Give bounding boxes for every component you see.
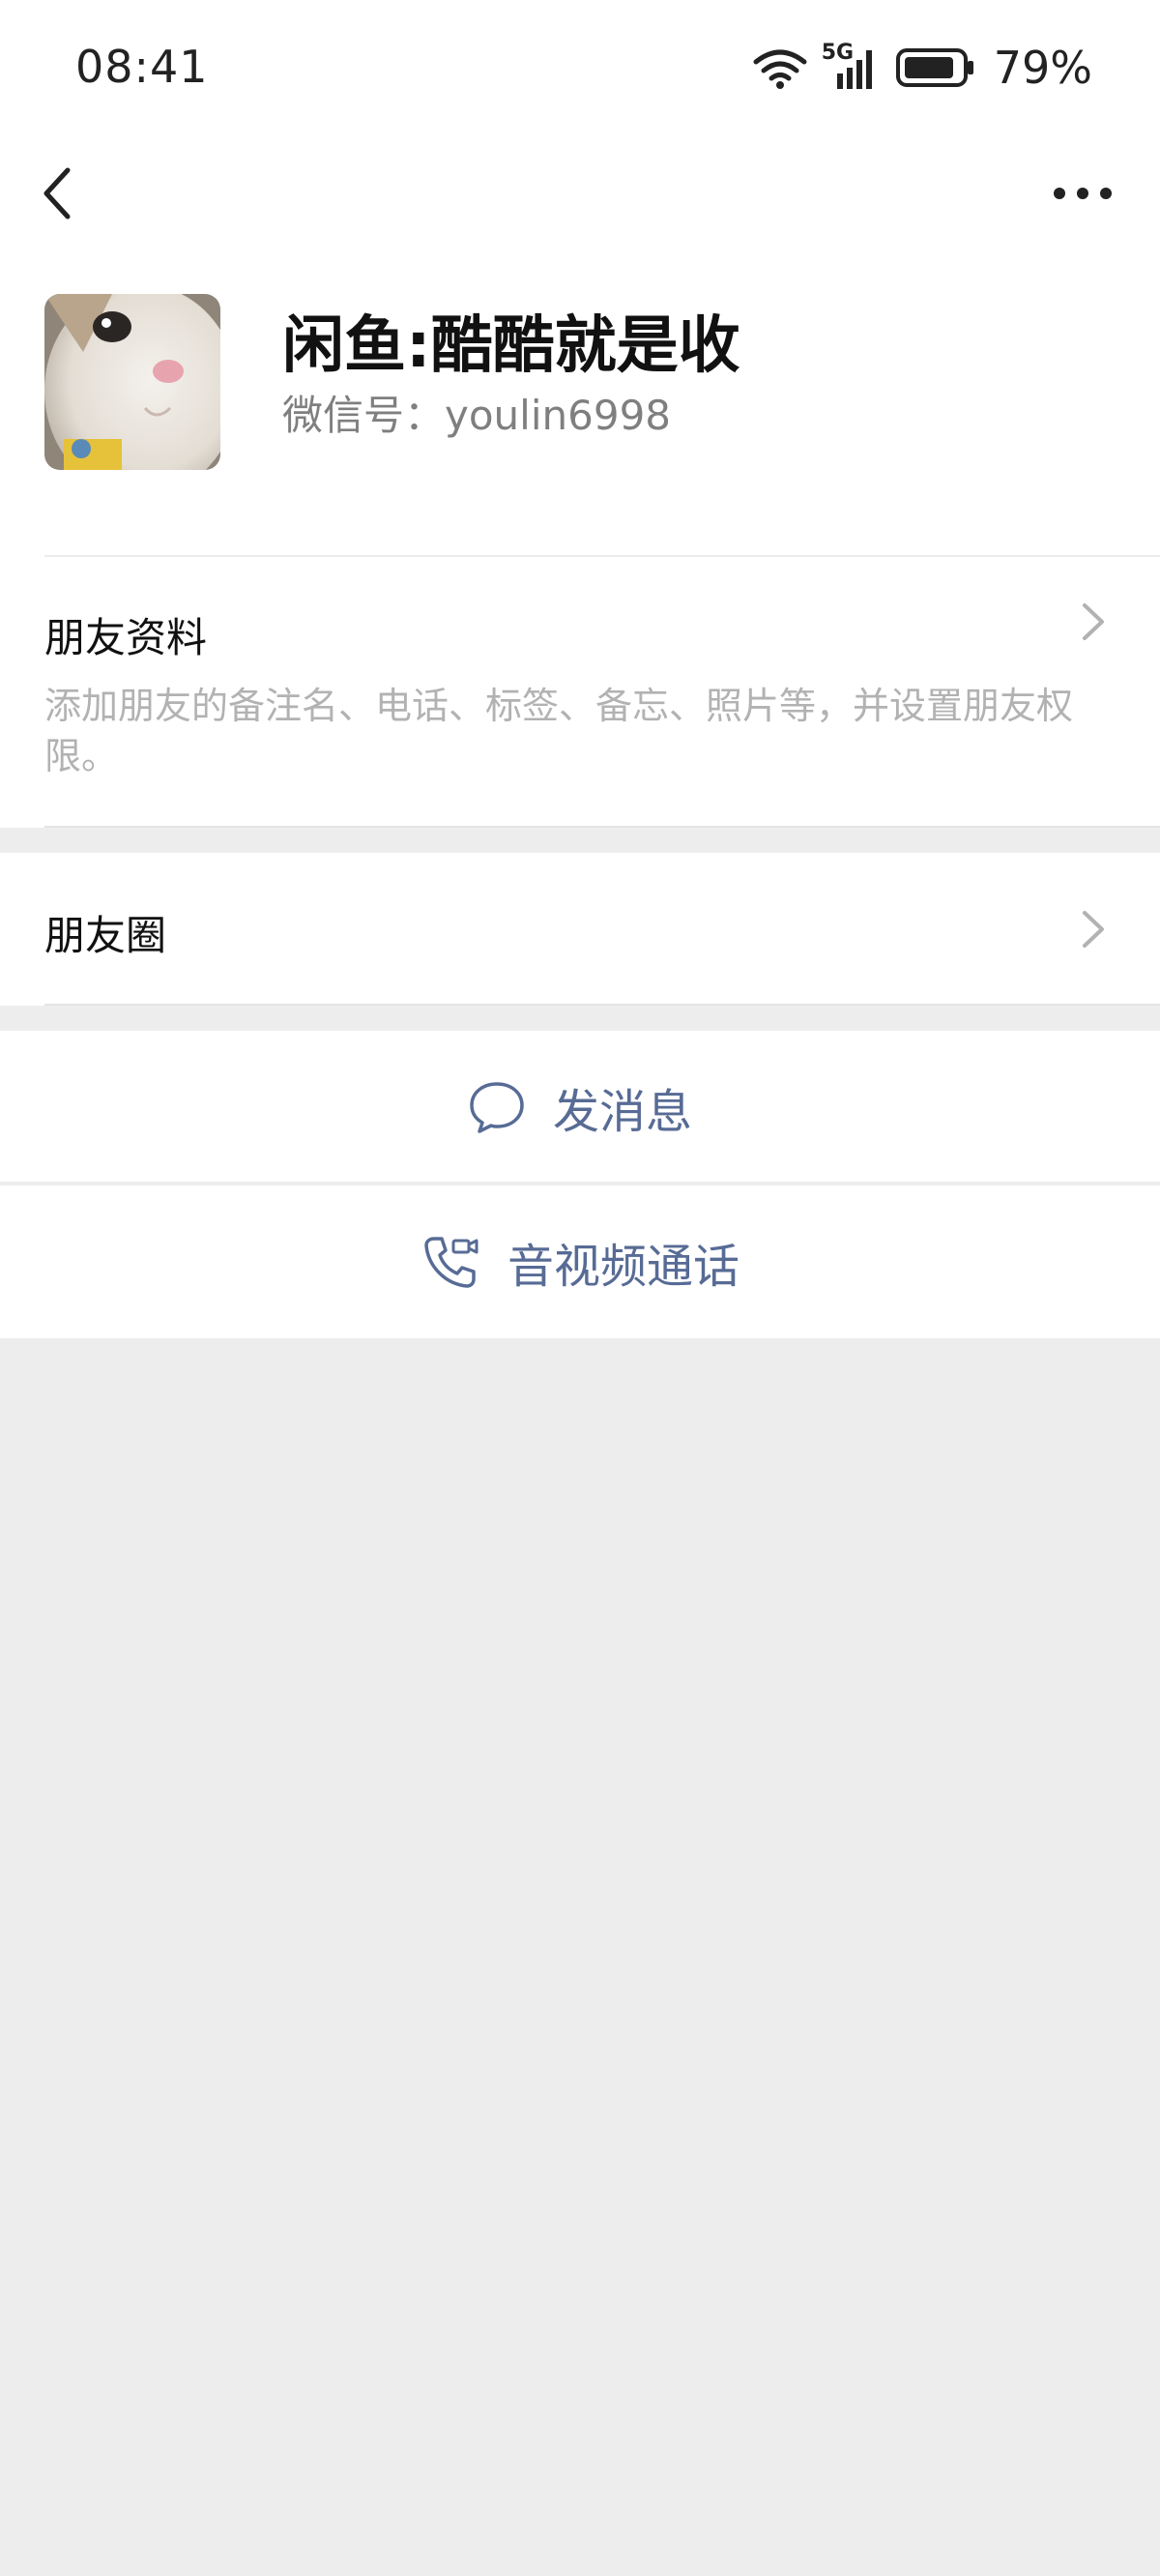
avatar[interactable]	[44, 294, 220, 470]
more-dots-icon	[1054, 188, 1112, 199]
chevron-right-icon	[1083, 911, 1104, 948]
moments-cell[interactable]: 朋友圈	[0, 853, 1160, 1006]
contact-profile-screen: 08:41 5G 79% 闲鱼:酷酷就是收 微信号：youlin6998 朋友资…	[0, 0, 1160, 2576]
wifi-icon	[753, 49, 807, 89]
chat-bubble-icon	[470, 1082, 524, 1133]
nav-bar	[0, 135, 1160, 271]
friend-info-description: 添加朋友的备注名、电话、标签、备忘、照片等，并设置朋友权限。	[44, 685, 1074, 777]
status-bar: 08:41 5G 79%	[0, 0, 1160, 135]
phone-video-icon	[424, 1237, 478, 1288]
contact-nickname: 闲鱼:酷酷就是收	[282, 310, 740, 382]
moments-title: 朋友圈	[44, 912, 167, 959]
send-message-label: 发消息	[552, 1085, 692, 1139]
battery-percentage: 79%	[993, 42, 1092, 94]
signal-icon: 5G	[822, 41, 882, 91]
divider	[44, 1004, 1160, 1006]
status-indicators: 5G 79%	[752, 39, 1092, 97]
audio-video-call-label: 音视频通话	[507, 1240, 740, 1294]
friend-info-cell[interactable]: 朋友资料 添加朋友的备注名、电话、标签、备忘、照片等，并设置朋友权限。	[0, 557, 1160, 828]
status-time: 08:41	[75, 41, 209, 93]
cat-avatar-icon	[44, 294, 220, 470]
profile-header: 闲鱼:酷酷就是收 微信号：youlin6998	[0, 271, 1160, 557]
battery-icon	[895, 48, 973, 87]
wechat-id: 微信号：youlin6998	[282, 392, 672, 439]
send-message-button[interactable]: 发消息	[0, 1031, 1160, 1184]
divider	[0, 1182, 1160, 1184]
back-chevron-icon	[44, 167, 71, 220]
more-button[interactable]	[1044, 164, 1121, 222]
audio-video-call-button[interactable]: 音视频通话	[0, 1186, 1160, 1338]
back-button[interactable]	[29, 155, 106, 232]
friend-info-title: 朋友资料	[44, 614, 208, 661]
chevron-right-icon	[1083, 603, 1104, 640]
divider	[44, 826, 1160, 828]
